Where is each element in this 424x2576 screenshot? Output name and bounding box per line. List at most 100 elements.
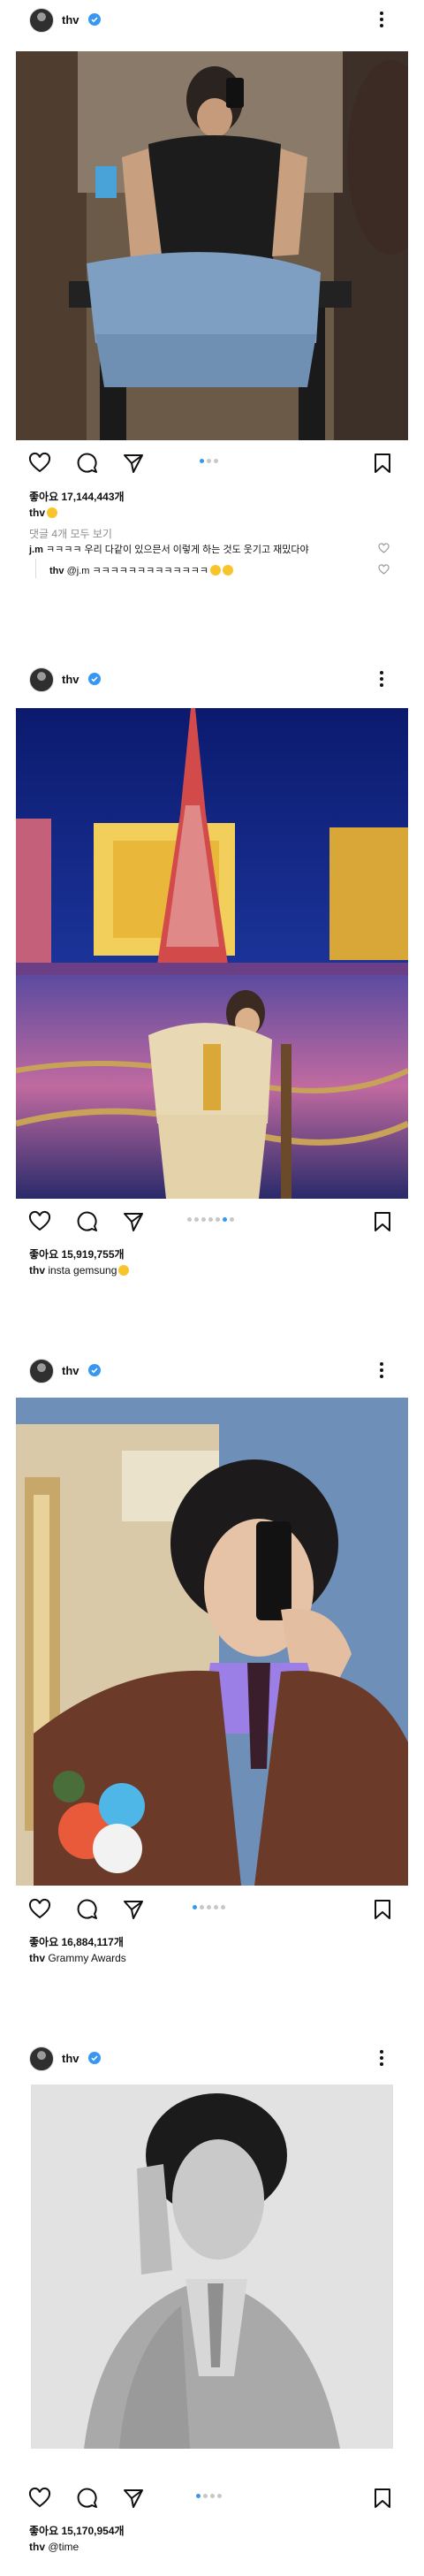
heart-icon[interactable] [28,452,51,475]
username[interactable]: thv [62,1364,80,1377]
bookmark-icon[interactable] [371,2487,394,2510]
carousel-dot [223,1217,227,1222]
carousel-dot [200,459,204,463]
comment-icon[interactable] [76,1210,99,1233]
post-header: thv [0,0,424,41]
carousel-dot [216,1217,220,1222]
carousel-dot [208,1217,213,1222]
heart-icon[interactable] [28,2487,51,2510]
username[interactable]: thv [62,673,80,686]
carousel-dot [210,2494,215,2498]
post-image[interactable] [31,2084,393,2449]
caption-username[interactable]: thv [29,1952,45,1964]
carousel-dot [187,1217,192,1222]
comment-username[interactable]: j.m [29,545,43,555]
share-icon[interactable] [122,2487,145,2510]
more-vertical-icon[interactable] [371,668,392,690]
carousel-dot [207,1905,211,1909]
comment-username[interactable]: thv [49,566,64,576]
caption-username[interactable]: thv [29,2541,45,2553]
comment-like-icon[interactable] [378,543,390,554]
post-header: thv [0,659,424,700]
carousel-dot [221,1905,225,1909]
emoji-icon [47,507,57,518]
caption: thv insta gemsung [29,1264,130,1277]
bookmark-icon[interactable] [371,1210,394,1233]
bookmark-icon[interactable] [371,452,394,475]
carousel-dot [207,459,211,463]
reply-thread-line [35,559,36,578]
post-4: thv 좋아요 15,170,954개 thv @time [0,2039,424,2576]
caption: thv Grammy Awards [29,1952,126,1964]
verified-badge-icon [88,2052,101,2064]
post-image[interactable] [16,708,408,1199]
verified-badge-icon [88,13,101,26]
carousel-dot [193,1905,197,1909]
carousel-dot [217,2494,222,2498]
caption-text: insta gemsung [48,1264,117,1277]
emoji-icon [210,565,222,575]
post-3: thv 좋아요 16,884,117개 thv Grammy Awards [0,1351,424,1970]
post-actions [0,2482,424,2512]
likes-count: 좋아요 15,919,755개 [29,1248,125,1261]
caption-text: Grammy Awards [48,1952,126,1964]
post-image[interactable] [16,1398,408,1886]
comment-reply: thv @j.m ㅋㅋㅋㅋㅋㅋㅋㅋㅋㅋㅋㅋㅋ [49,563,234,577]
comment-icon[interactable] [76,452,99,475]
username[interactable]: thv [62,2052,80,2065]
heart-icon[interactable] [28,1210,51,1233]
comment: j.m ㅋㅋㅋㅋ 우리 다같이 있으믄서 이렇게 하는 것도 웃기고 재밌다야 [29,542,309,556]
caption-text: @time [48,2541,80,2553]
share-icon[interactable] [122,452,145,475]
post-header: thv [0,2039,424,2079]
emoji-icon [223,565,234,575]
carousel-dot [201,1217,206,1222]
carousel-dot [230,1217,234,1222]
post-2: thv 좋아요 15,919,755개 thv insta gemsung [0,659,424,1296]
emoji-icon [118,1265,130,1276]
comment-text: @j.m ㅋㅋㅋㅋㅋㅋㅋㅋㅋㅋㅋㅋㅋ [66,566,209,576]
carousel-indicator [200,459,226,466]
avatar[interactable] [29,1359,54,1383]
post-1: thv 좋아요 17,144,443개 thv 댓글 4개 모두 보기 j.m … [0,0,424,619]
caption-username[interactable]: thv [29,507,45,519]
avatar[interactable] [29,667,54,692]
more-vertical-icon[interactable] [371,9,392,30]
verified-badge-icon [88,1364,101,1376]
comment-like-icon[interactable] [378,564,390,575]
more-vertical-icon[interactable] [371,1360,392,1381]
share-icon[interactable] [122,1210,145,1233]
comment-text: ㅋㅋㅋㅋ 우리 다같이 있으믄서 이렇게 하는 것도 웃기고 재밌다야 [45,545,309,555]
carousel-indicator [196,2494,228,2501]
caption-username[interactable]: thv [29,1264,45,1277]
caption: thv [29,507,57,519]
comment-icon[interactable] [76,1898,99,1921]
caption: thv @time [29,2541,79,2553]
username[interactable]: thv [62,13,80,27]
post-image[interactable] [16,51,408,440]
verified-badge-icon [88,673,101,685]
share-icon[interactable] [122,1898,145,1921]
view-all-comments[interactable]: 댓글 4개 모두 보기 [29,526,112,541]
avatar[interactable] [29,2046,54,2071]
carousel-dot [200,1905,204,1909]
bookmark-icon[interactable] [371,1898,394,1921]
carousel-dot [196,2494,201,2498]
avatar[interactable] [29,8,54,33]
carousel-dot [203,2494,208,2498]
post-actions [0,447,424,477]
post-actions [0,1894,424,1924]
carousel-dot [214,1905,218,1909]
carousel-dot [194,1217,199,1222]
comment-icon[interactable] [76,2487,99,2510]
likes-count: 좋아요 17,144,443개 [29,491,125,503]
carousel-dot [214,459,218,463]
likes-count: 좋아요 15,170,954개 [29,2525,125,2537]
more-vertical-icon[interactable] [371,2047,392,2069]
likes-count: 좋아요 16,884,117개 [29,1936,124,1948]
heart-icon[interactable] [28,1898,51,1921]
carousel-indicator [187,1217,240,1224]
carousel-indicator [193,1905,231,1912]
post-header: thv [0,1351,424,1391]
post-actions [0,1206,424,1236]
